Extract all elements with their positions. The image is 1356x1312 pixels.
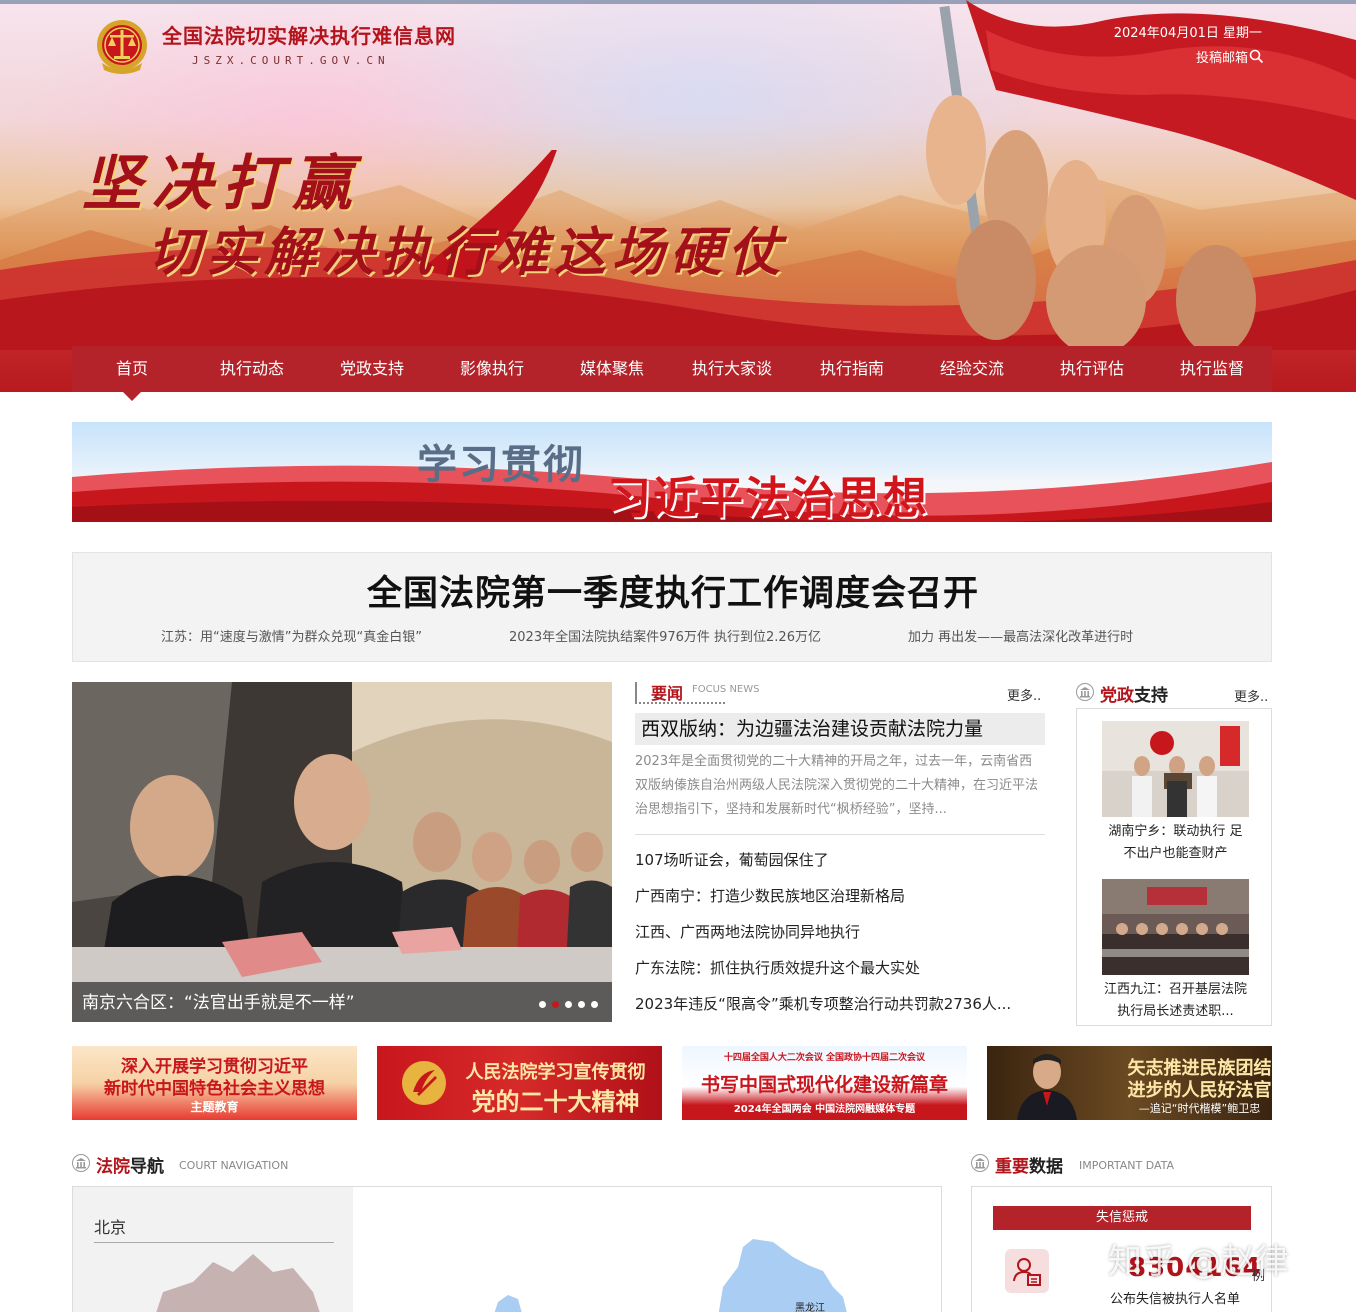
news-item-link[interactable]: 广东法院：抓住执行质效提升这个最大实处 (635, 957, 1045, 993)
site-header: 全国法院切实解决执行难信息网 JSZX.COURT.GOV.CN 2024年04… (0, 0, 1356, 392)
site-domain: JSZX.COURT.GOV.CN (192, 54, 390, 67)
headline-sub-link[interactable]: 江苏：用“速度与激情”为群众兑现“真金白银” (161, 626, 422, 645)
current-date: 2024年04月01日 星期一 (1113, 26, 1262, 41)
headline-sub-link[interactable]: 2023年全国法院执结案件976万件 执行到位2.26万亿 (509, 626, 821, 645)
nav-item-party-support[interactable]: 党政支持 (312, 346, 432, 392)
important-data-header: 重要数据 IMPORTANT DATA (971, 1152, 1271, 1180)
focus-news-title: 要闻 (651, 684, 684, 703)
promo-banner-two-sessions[interactable]: 十四届全国人大二次会议 全国政协十四届二次会议 书写中国式现代化建设新篇章 20… (682, 1046, 967, 1120)
divider (635, 834, 1045, 835)
party-card[interactable]: 湖南宁乡：联动执行 足不出户也能查财产 (1102, 721, 1249, 865)
slide-dot[interactable] (578, 1001, 585, 1008)
study-banner[interactable]: 学习贯彻 习近平法治思想 (72, 422, 1272, 522)
important-data-title-en: IMPORTANT DATA (1079, 1159, 1175, 1172)
news-item-link[interactable]: 107场听证会，葡萄园保住了 (635, 849, 1045, 885)
promo-line: 党的二十大精神 (471, 1088, 640, 1116)
promo-line: 新时代中国特色社会主义思想 (104, 1079, 325, 1099)
submission-mailbox-link[interactable]: 投稿邮箱 (1196, 47, 1248, 66)
party-card-photo (1102, 879, 1249, 975)
party-card-caption: 湖南宁乡：联动执行 足不出户也能查财产 (1108, 824, 1243, 861)
nav-item-discussion[interactable]: 执行大家谈 (672, 346, 792, 392)
banner-text-thought: 习近平法治思想 (607, 473, 929, 522)
slogan-line-2: 切实解决执行难这场硬仗 (148, 222, 787, 283)
court-nav-title: 法院导航 (96, 1157, 164, 1177)
banner-text-study: 学习贯彻 (417, 442, 585, 488)
promo-line: 进步的人民好法官 (1127, 1080, 1272, 1101)
slide-dot[interactable] (591, 1001, 598, 1008)
promo-line: —追记“时代楷模”鲍卫忠 (1138, 1102, 1261, 1115)
headline-section: 全国法院第一季度执行工作调度会召开 江苏：用“速度与激情”为群众兑现“真金白银”… (72, 552, 1272, 662)
court-nav-title-en: COURT NAVIGATION (179, 1159, 289, 1172)
courthouse-icon (1076, 683, 1094, 701)
main-nav: 首页 执行动态 党政支持 影像执行 媒体聚焦 执行大家谈 执行指南 经验交流 执… (72, 346, 1272, 401)
raised-flag-illustration (926, 0, 1356, 350)
focus-news-header: 要闻 FOCUS NEWS 更多.. (635, 680, 1045, 708)
court-nav-header: 法院导航 COURT NAVIGATION (72, 1152, 372, 1180)
nav-item-evaluation[interactable]: 执行评估 (1032, 346, 1152, 392)
selected-region[interactable]: 北京 (94, 1214, 126, 1238)
nav-item-guide[interactable]: 执行指南 (792, 346, 912, 392)
person-document-icon (1005, 1249, 1049, 1293)
nav-item-image-execution[interactable]: 影像执行 (432, 346, 552, 392)
slide-dot[interactable] (539, 1001, 546, 1008)
china-map[interactable] (353, 1187, 942, 1312)
slide-caption[interactable]: 南京六合区：“法官出手就是不一样” (82, 988, 355, 1013)
focus-news-more-link[interactable]: 更多.. (1007, 685, 1041, 704)
promo-banner-20th-congress[interactable]: 人民法院学习宣传贯彻 党的二十大精神 (377, 1046, 662, 1120)
blacklist-label[interactable]: 公布失信被执行人名单 (1110, 1288, 1240, 1307)
nav-item-media-focus[interactable]: 媒体聚焦 (552, 346, 672, 392)
region-map-shape (156, 1254, 320, 1312)
slide-dot-active[interactable] (552, 1001, 559, 1008)
courthouse-icon (971, 1154, 989, 1172)
party-card[interactable]: 江西九江：召开基层法院执行局长述责述职... (1102, 879, 1249, 1023)
slide-dot[interactable] (565, 1001, 572, 1008)
party-support-more-link[interactable]: 更多.. (1234, 686, 1268, 705)
promo-line: 人民法院学习宣传贯彻 (465, 1062, 646, 1083)
promo-banner-theme-education[interactable]: 深入开展学习贯彻习近平 新时代中国特色社会主义思想 主题教育 (72, 1046, 357, 1120)
photo-slideshow[interactable]: 南京六合区：“法官出手就是不一样” (72, 682, 612, 1022)
zhihu-watermark: 知乎 @赵律 (1108, 1242, 1289, 1282)
news-item-link[interactable]: 江西、广西两地法院协同异地执行 (635, 921, 1045, 957)
party-card-photo (1102, 721, 1249, 817)
site-title[interactable]: 全国法院切实解决执行难信息网 (162, 20, 456, 49)
headline-sub-link[interactable]: 加力 再出发——最高法深化改革进行时 (908, 626, 1133, 645)
party-support-header: 党政支持 更多.. (1076, 680, 1272, 708)
news-item-link[interactable]: 2023年违反“限高令”乘机专项整治行动共罚款2736人... (635, 993, 1045, 1029)
news-list: 107场听证会，葡萄园保住了 广西南宁：打造少数民族地区治理新格局 江西、广西两… (635, 849, 1045, 1029)
slideshow-photo (72, 682, 612, 1022)
courthouse-icon (72, 1154, 90, 1172)
party-support-title: 党政支持 (1100, 686, 1168, 706)
party-support-box: 湖南宁乡：联动执行 足不出户也能查财产 江西九江：召开基层法院执行局长述责述职.… (1076, 708, 1272, 1026)
map-label-heilongjiang: 黑龙江 (795, 1303, 825, 1312)
slide-pagination (539, 1001, 598, 1008)
news-item-link[interactable]: 广西南宁：打造少数民族地区治理新格局 (635, 885, 1045, 921)
search-icon[interactable] (1249, 49, 1264, 64)
nav-item-home[interactable]: 首页 (72, 346, 192, 401)
lead-news-title[interactable]: 西双版纳：为边疆法治建设贡献法院力量 (635, 713, 1045, 745)
promo-line: 十四届全国人大二次会议 全国政协十四届二次会议 (723, 1053, 926, 1063)
data-tab-credit-penalty[interactable]: 失信惩戒 (993, 1206, 1251, 1230)
promo-line: 主题教育 (190, 1100, 239, 1114)
slogan-line-1: 坚决打赢 (82, 149, 362, 219)
nav-item-experience[interactable]: 经验交流 (912, 346, 1032, 392)
focus-news-title-en: FOCUS NEWS (692, 684, 760, 695)
promo-line: 书写中国式现代化建设新篇章 (700, 1074, 948, 1096)
court-emblem-logo (97, 20, 147, 74)
nav-item-supervision[interactable]: 执行监督 (1152, 346, 1272, 392)
region-panel: 北京 (73, 1187, 353, 1312)
headline-title[interactable]: 全国法院第一季度执行工作调度会召开 (73, 565, 1273, 616)
promo-line: 2024年全国两会 中国法院网融媒体专题 (733, 1104, 916, 1115)
important-data-title: 重要数据 (995, 1157, 1063, 1177)
lead-news-summary: 2023年是全面贯彻党的二十大精神的开局之年，过去一年，云南省西双版纳傣族自治州… (635, 754, 1039, 817)
nav-item-execution-news[interactable]: 执行动态 (192, 346, 312, 392)
promo-banner-model-judge[interactable]: 矢志推进民族团结 进步的人民好法官 —追记“时代楷模”鲍卫忠 (987, 1046, 1272, 1120)
court-map-box: 北京 黑龙江 (72, 1186, 942, 1312)
party-card-caption: 江西九江：召开基层法院执行局长述责述职... (1103, 982, 1247, 1019)
